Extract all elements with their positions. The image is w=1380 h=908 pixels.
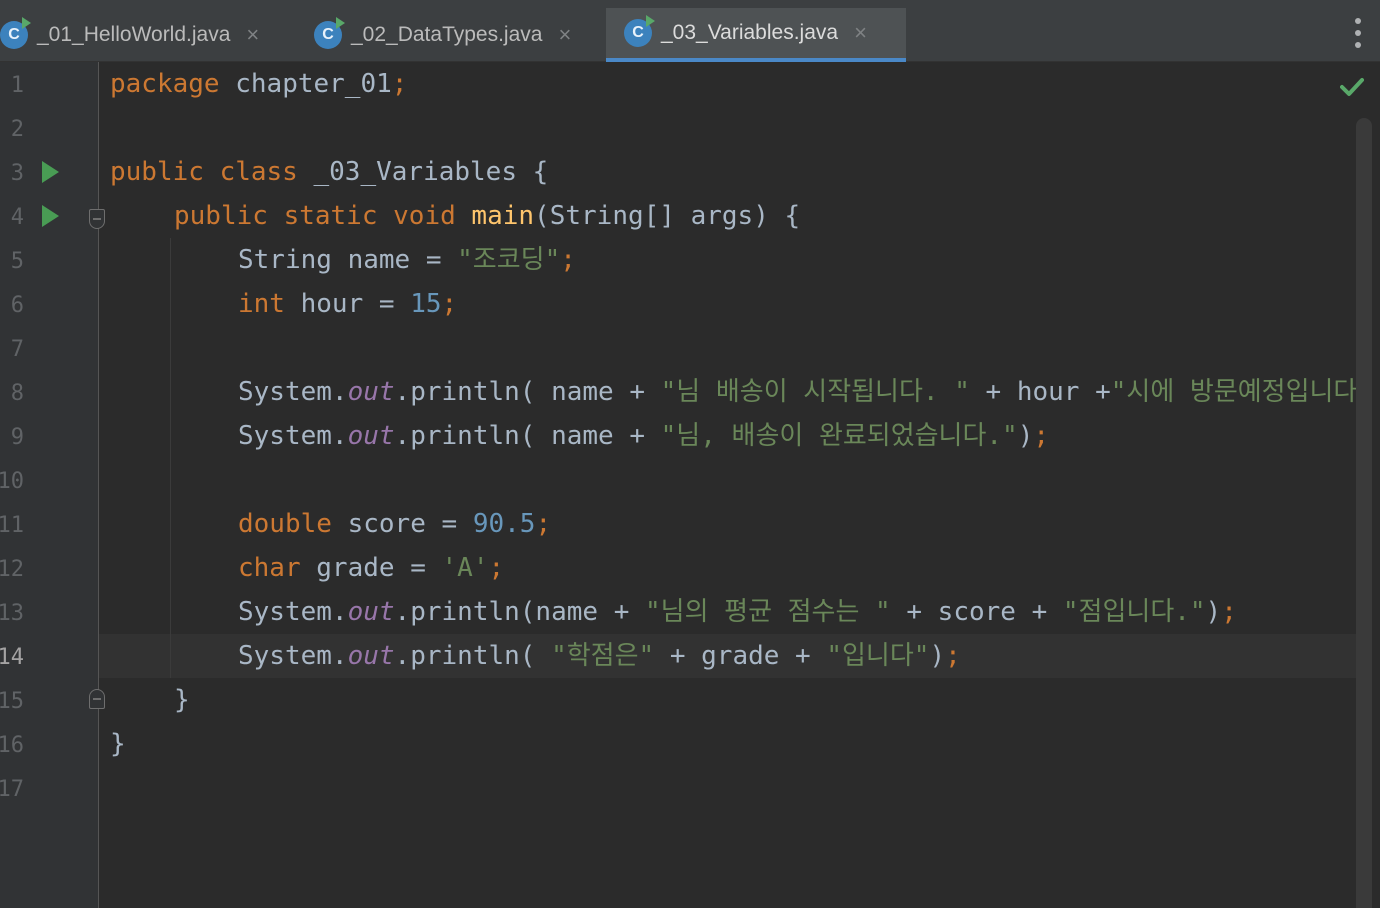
check-icon[interactable] (1340, 75, 1364, 99)
line-number: 9 (10, 425, 24, 450)
indent-guide (170, 238, 171, 678)
runnable-mark-icon (646, 15, 655, 27)
line-number: 3 (10, 161, 24, 186)
line-number: 16 (0, 733, 24, 758)
code-line-13: System.out.println(name + "님의 평균 점수는 " +… (238, 597, 1237, 627)
close-icon[interactable]: × (246, 24, 259, 46)
tab-label: _02_DataTypes.java (351, 23, 543, 46)
java-class-icon: C (624, 15, 655, 47)
runnable-mark-icon (336, 17, 345, 29)
line-number: 7 (10, 337, 24, 362)
code-editor[interactable]: package chapter_01; public class _03_Var… (99, 62, 1356, 908)
code-line-5: String name = "조코딩"; (238, 245, 576, 275)
line-number: 13 (0, 601, 24, 626)
code-line-6: int hour = 15; (238, 289, 458, 319)
line-number: 17 (0, 777, 24, 802)
line-number: 5 (10, 249, 24, 274)
line-number: 15 (0, 689, 24, 714)
tab-label: _01_HelloWorld.java (37, 23, 231, 46)
code-line-1: package chapter_01; (110, 69, 408, 99)
code-line-14: System.out.println( "학점은" + grade + "입니다… (238, 641, 961, 671)
tab-helloworld[interactable]: C _01_HelloWorld.java × (0, 8, 300, 62)
code-line-11: double score = 90.5; (238, 509, 552, 539)
close-icon[interactable]: × (558, 24, 571, 46)
close-icon[interactable]: × (854, 22, 867, 44)
java-class-icon: C (0, 17, 31, 49)
code-line-12: char grade = 'A'; (238, 553, 505, 583)
line-number: 1 (10, 73, 24, 98)
line-number: 12 (0, 557, 24, 582)
line-number: 6 (10, 293, 24, 318)
more-vertical-icon[interactable] (1354, 18, 1362, 48)
code-line-4: public static void main(String[] args) { (174, 201, 801, 231)
line-number-gutter: 1 2 3 4 5 6 7 8 9 10 11 12 13 14 15 16 1… (0, 62, 105, 908)
tab-variables[interactable]: C _03_Variables.java × (606, 8, 906, 62)
line-number: 11 (0, 513, 24, 538)
java-class-icon: C (314, 17, 345, 49)
tab-datatypes[interactable]: C _02_DataTypes.java × (314, 8, 604, 62)
code-line-9: System.out.println( name + "님, 배송이 완료되었습… (238, 421, 1050, 451)
line-number: 8 (10, 381, 24, 406)
code-line-3: public class _03_Variables { (110, 157, 549, 187)
line-number-current: 14 (0, 645, 24, 670)
vertical-scrollbar[interactable] (1356, 118, 1372, 908)
line-number: 4 (10, 205, 24, 230)
code-line-16: } (110, 729, 126, 759)
code-line-8: System.out.println( name + "님 배송이 시작됩니다.… (238, 377, 1356, 407)
editor-tab-bar: C _01_HelloWorld.java × C _02_DataTypes.… (0, 0, 1380, 62)
line-number: 2 (10, 117, 24, 142)
run-class-icon[interactable] (42, 161, 59, 183)
tab-label: _03_Variables.java (661, 21, 839, 44)
code-line-15: } (174, 685, 190, 715)
runnable-mark-icon (22, 17, 31, 29)
run-main-icon[interactable] (42, 205, 59, 227)
line-number: 10 (0, 469, 24, 494)
